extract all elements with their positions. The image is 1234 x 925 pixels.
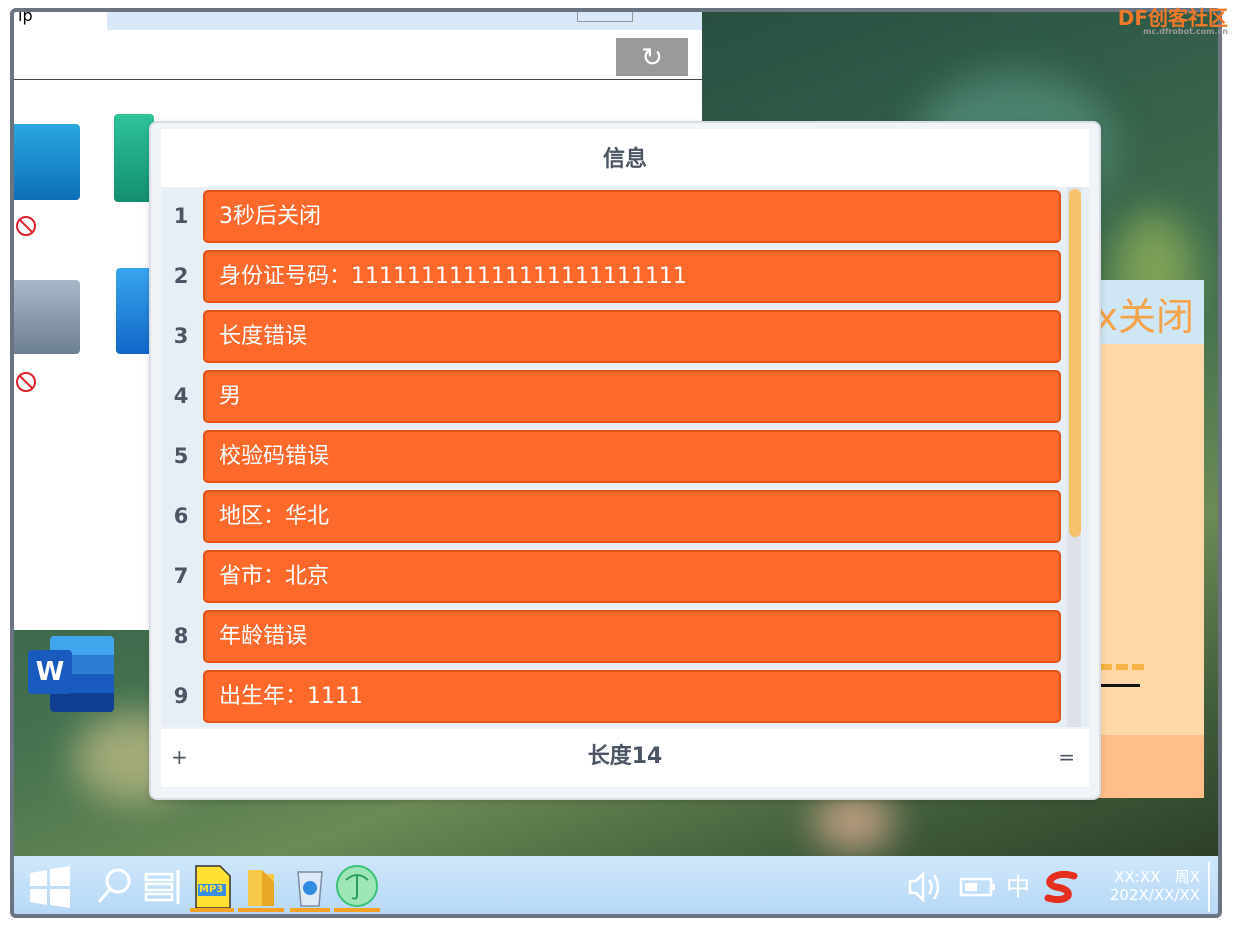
row-message[interactable]: 出生年：1111 xyxy=(203,670,1061,723)
taskbar: MP3 中 XX:XX 周X 202X/XX/XX xyxy=(14,856,1218,914)
refresh-button[interactable]: ↻ xyxy=(616,38,688,76)
active-indicator xyxy=(334,908,380,912)
document-list-icon[interactable] xyxy=(14,280,80,354)
list-item[interactable]: 4男 xyxy=(161,367,1065,427)
row-message[interactable]: 男 xyxy=(203,370,1061,423)
sogou-input-icon[interactable] xyxy=(1042,856,1082,914)
list-item[interactable]: 2 身份证号码：111111111111111111111111 xyxy=(161,247,1065,307)
row-number: 9 xyxy=(173,684,189,708)
active-indicator xyxy=(238,908,284,912)
monitor-icon[interactable] xyxy=(14,124,80,200)
time-value: XX:XX xyxy=(1114,868,1161,886)
equals-button[interactable]: = xyxy=(1058,729,1075,785)
blocked-icon xyxy=(16,372,36,392)
row-message[interactable]: 长度错误 xyxy=(203,310,1061,363)
recycle-bin-icon[interactable] xyxy=(290,864,330,912)
title-field[interactable] xyxy=(577,12,633,22)
dialog-title: 信息 xyxy=(161,129,1089,187)
battery-icon[interactable] xyxy=(958,856,998,914)
clock-date[interactable]: 202X/XX/XX xyxy=(1110,886,1200,904)
folder-icon[interactable] xyxy=(238,864,284,912)
weekday-value: 周X xyxy=(1174,868,1200,886)
list-item[interactable]: 6 地区：华北 xyxy=(161,487,1065,547)
system-tray: 中 XX:XX 周X 202X/XX/XX xyxy=(886,856,1216,914)
folder-blue-icon[interactable] xyxy=(116,268,154,354)
dash-decoration xyxy=(1100,664,1144,670)
row-message[interactable]: 地区：华北 xyxy=(203,490,1061,543)
mp3-file-icon[interactable]: MP3 xyxy=(190,864,234,912)
list-item[interactable]: 5 校验码错误 xyxy=(161,427,1065,487)
show-desktop-divider[interactable] xyxy=(1208,862,1210,912)
scrollbar-thumb[interactable] xyxy=(1069,189,1081,537)
volume-icon[interactable] xyxy=(906,856,946,914)
row-message[interactable]: 3秒后关闭 xyxy=(203,190,1061,243)
word-badge: W xyxy=(28,650,72,694)
row-message[interactable]: 身份证号码：111111111111111111111111 xyxy=(203,250,1061,303)
row-number: 2 xyxy=(173,264,189,288)
search-icon[interactable] xyxy=(94,864,134,910)
row-number: 7 xyxy=(173,564,189,588)
list-item[interactable]: 3 长度错误 xyxy=(161,307,1065,367)
row-number: 3 xyxy=(173,324,189,348)
row-message[interactable]: 年龄错误 xyxy=(203,610,1061,663)
list-item[interactable]: 9 出生年：1111 xyxy=(161,667,1065,727)
list-item[interactable]: 8 年龄错误 xyxy=(161,607,1065,667)
clock-time[interactable]: XX:XX 周X xyxy=(1114,866,1200,887)
background-window-titlebar xyxy=(107,12,702,30)
list-item[interactable]: 7 省市：北京 xyxy=(161,547,1065,607)
active-indicator xyxy=(290,908,330,912)
length-label: 长度14 xyxy=(587,744,663,769)
background-window-title: ip xyxy=(18,8,33,25)
row-number: 4 xyxy=(173,384,189,408)
row-number: 6 xyxy=(173,504,189,528)
row-message[interactable]: 校验码错误 xyxy=(203,430,1061,483)
info-dialog: 信息 1 3秒后关闭 2 身份证号码：111111111111111111111111… xyxy=(151,123,1099,798)
blocked-icon xyxy=(16,216,36,236)
windows-start-icon[interactable] xyxy=(28,864,72,910)
watermark-logo: DF创客社区 mc.dfrobot.com.cn xyxy=(1118,2,1228,36)
active-indicator xyxy=(190,908,234,912)
wallpaper-glow xyxy=(814,792,894,852)
dialog-footer: 长度14 + = xyxy=(161,729,1089,787)
ime-indicator[interactable]: 中 xyxy=(1006,856,1036,914)
list-item[interactable]: 1 3秒后关闭 xyxy=(161,187,1065,247)
row-message[interactable]: 省市：北京 xyxy=(203,550,1061,603)
row-number: 8 xyxy=(173,624,189,648)
mp3-label: MP3 xyxy=(199,884,224,895)
divider xyxy=(14,79,702,80)
add-button[interactable]: + xyxy=(171,729,188,785)
word-icon[interactable]: W xyxy=(28,636,116,714)
app-circle-icon[interactable] xyxy=(334,864,380,912)
app-panel-title: x关闭 xyxy=(1095,295,1195,339)
row-number: 5 xyxy=(173,444,189,468)
message-list[interactable]: 1 3秒后关闭 2 身份证号码：111111111111111111111111 3 长度… xyxy=(161,187,1089,727)
spreadsheet-icon[interactable] xyxy=(114,114,154,202)
desktop-screen: ip ↻ x关闭 W 信息 1 3秒后关闭 2 身份证号码：1111111111111… xyxy=(10,8,1222,918)
row-number: 1 xyxy=(173,204,189,228)
task-view-icon[interactable] xyxy=(144,864,186,910)
